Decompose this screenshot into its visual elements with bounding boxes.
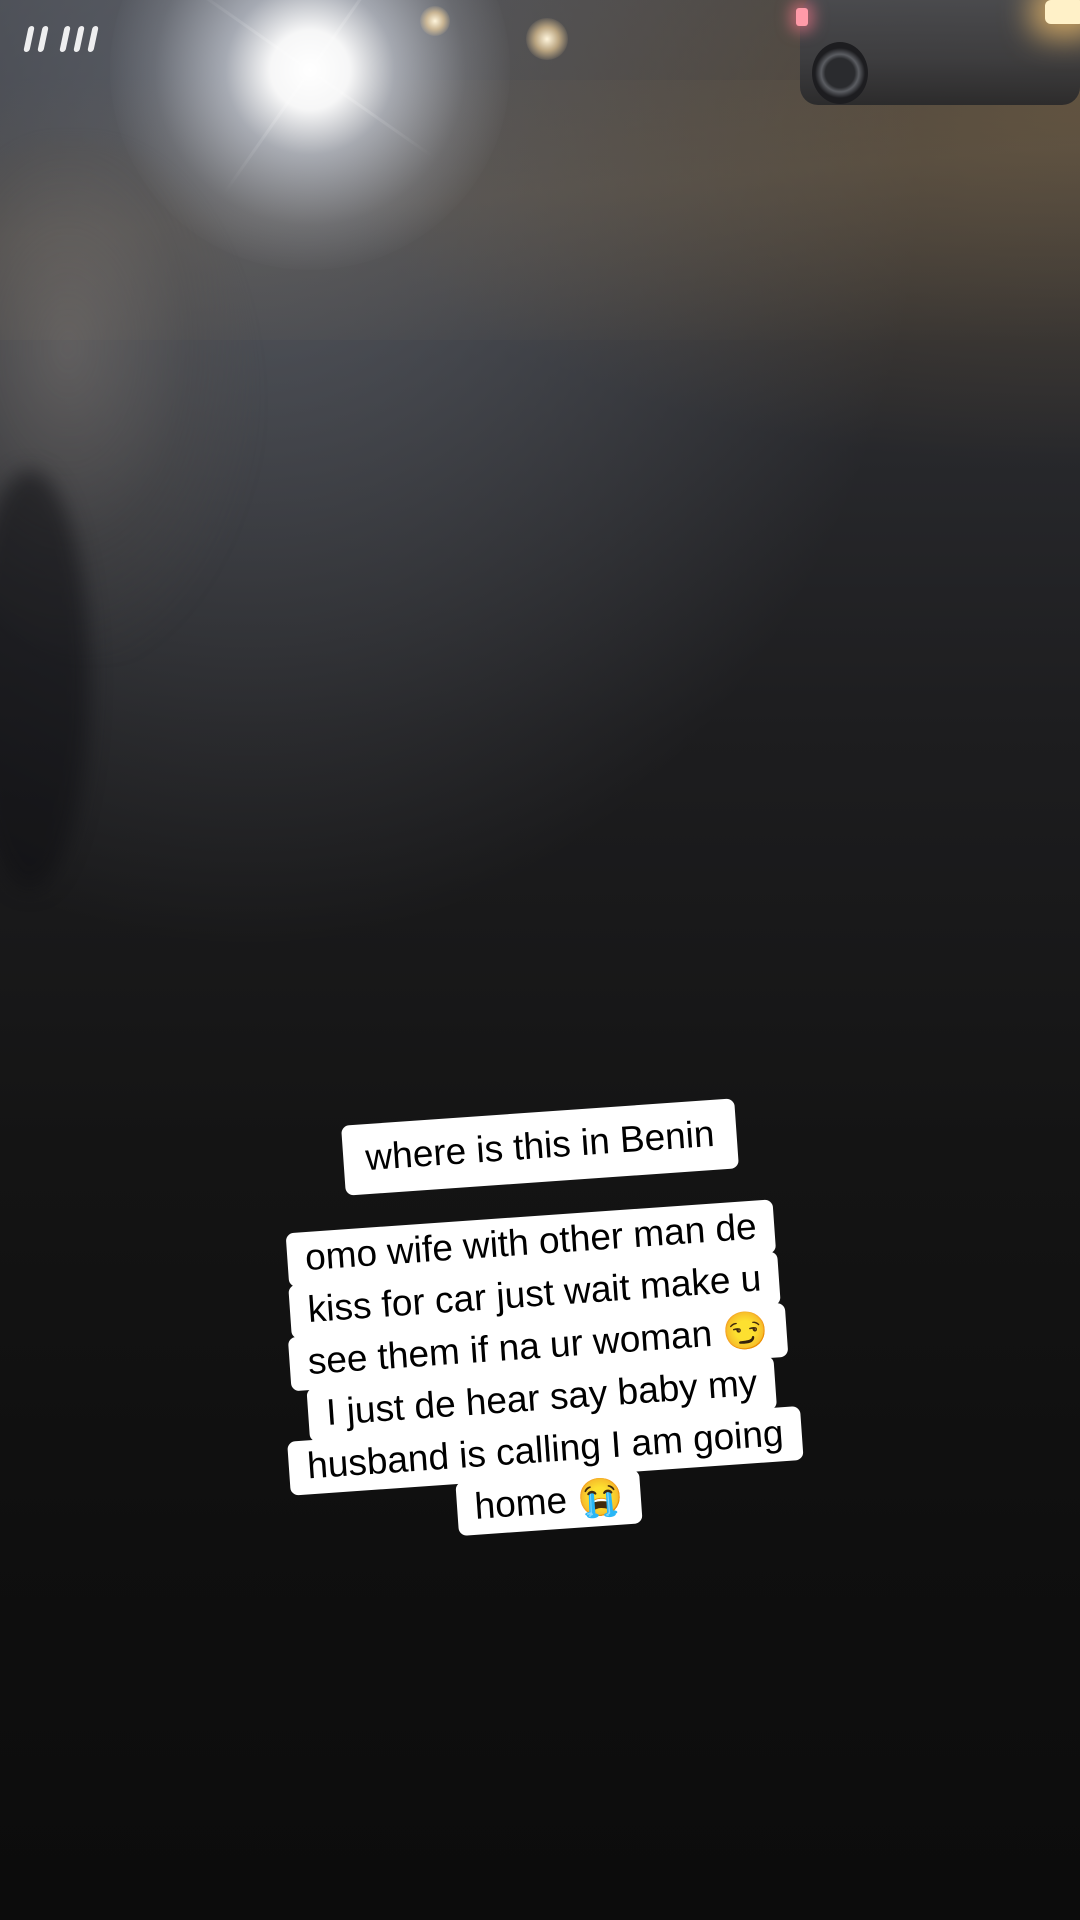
car-wheel xyxy=(812,42,868,104)
distant-street-lights xyxy=(23,22,116,58)
small-light xyxy=(420,6,450,36)
distant-light xyxy=(1045,0,1080,24)
car-tail-light xyxy=(796,8,808,26)
caption-question: where is this in Benin xyxy=(288,1095,792,1200)
caption-question-text: where is this in Benin xyxy=(341,1098,739,1196)
caption-story: omo wife with other man de kiss for car … xyxy=(230,1197,850,1550)
photo-background: where is this in Benin omo wife with oth… xyxy=(0,0,1080,1920)
caption-story-line: home 😭 xyxy=(454,1469,644,1537)
small-light xyxy=(526,18,568,60)
